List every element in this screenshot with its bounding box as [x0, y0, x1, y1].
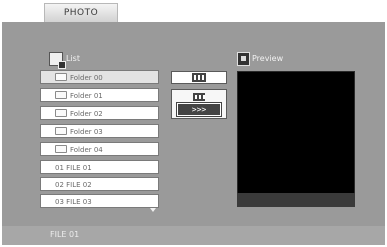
folder-icon [55, 91, 67, 99]
status-bar: FILE 01 [2, 226, 385, 245]
folder-icon [55, 127, 67, 135]
preview-screen [237, 71, 355, 207]
list-item-folder-02[interactable]: Folder 02 [40, 106, 159, 120]
list-item-folder-03[interactable]: Folder 03 [40, 124, 159, 138]
list-item-label: 01 FILE 01 [55, 164, 92, 172]
list-icon [49, 52, 66, 69]
folder-icon [55, 109, 67, 117]
list-item-file-01[interactable]: 01 FILE 01 [40, 160, 159, 174]
folder-icon [55, 145, 67, 153]
list-item-folder-00[interactable]: Folder 00 [40, 70, 159, 84]
list-item-label: 02 FILE 02 [55, 181, 92, 189]
list-label: List [66, 54, 80, 63]
tab-photo[interactable]: PHOTO [44, 3, 118, 22]
list-item-label: Folder 00 [70, 74, 103, 82]
film-strip-icon [192, 73, 206, 82]
list-item-folder-01[interactable]: Folder 01 [40, 88, 159, 102]
play-button[interactable] [171, 71, 227, 84]
list-item-label: Folder 03 [70, 128, 103, 136]
current-file-label: FILE 01 [50, 230, 80, 239]
list-item-label: Folder 01 [70, 92, 103, 100]
scroll-down-icon[interactable] [150, 208, 156, 212]
folder-icon [55, 73, 67, 81]
list-item-file-02[interactable]: 02 FILE 02 [40, 177, 159, 191]
list-item-label: 03 FILE 03 [55, 198, 92, 206]
preview-icon [237, 52, 250, 66]
preview-label: Preview [252, 54, 284, 63]
preview-info-bar [237, 193, 355, 207]
slideshow-speed-button[interactable]: >>> [176, 101, 222, 117]
list-item-folder-04[interactable]: Folder 04 [40, 142, 159, 156]
list-item-label: Folder 02 [70, 110, 103, 118]
list-item-file-03[interactable]: 03 FILE 03 [40, 194, 159, 208]
film-strip-small-icon [193, 92, 205, 101]
list-item-label: Folder 04 [70, 146, 103, 154]
slideshow-control[interactable]: >>> [171, 89, 227, 119]
